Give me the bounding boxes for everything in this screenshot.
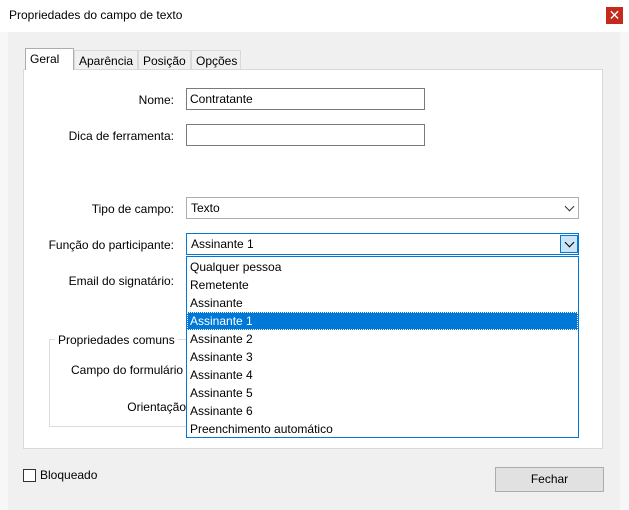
- dropdown-option-assinante-3[interactable]: Assinante 3: [187, 348, 578, 366]
- dropdown-option-qualquer-pessoa[interactable]: Qualquer pessoa: [187, 258, 578, 276]
- dropdown-option-remetente[interactable]: Remetente: [187, 276, 578, 294]
- name-label: Nome:: [138, 93, 174, 107]
- close-button[interactable]: Fechar: [495, 467, 604, 492]
- form-field-label: Campo do formulário: [71, 363, 184, 377]
- window-title: Propriedades do campo de texto: [9, 8, 183, 22]
- role-label: Função do participante:: [48, 238, 174, 252]
- field-type-select[interactable]: Texto: [186, 197, 579, 219]
- dropdown-option-preenchimento-automatico[interactable]: Preenchimento automático: [187, 420, 578, 438]
- dropdown-option-assinante-5[interactable]: Assinante 5: [187, 384, 578, 402]
- tooltip-label: Dica de ferramenta:: [68, 129, 174, 143]
- common-properties-title: Propriedades comuns: [55, 333, 178, 347]
- role-value: Assinante 1: [191, 237, 254, 251]
- close-window-button[interactable]: ✕: [606, 7, 623, 24]
- dropdown-option-assinante-4[interactable]: Assinante 4: [187, 366, 578, 384]
- name-input[interactable]: Contratante: [186, 88, 425, 110]
- chevron-down-icon[interactable]: [560, 199, 578, 217]
- field-type-label: Tipo de campo:: [91, 202, 174, 216]
- dropdown-option-assinante[interactable]: Assinante: [187, 294, 578, 312]
- tab-geral[interactable]: Geral: [25, 48, 74, 70]
- chevron-down-icon[interactable]: [560, 235, 578, 253]
- dropdown-option-assinante-6[interactable]: Assinante 6: [187, 402, 578, 420]
- role-dropdown-list: Qualquer pessoa Remetente Assinante Assi…: [186, 256, 579, 438]
- close-icon: ✕: [608, 7, 621, 23]
- tab-posicao[interactable]: Posição: [138, 50, 191, 70]
- tab-opcoes[interactable]: Opções: [191, 50, 241, 70]
- orientation-label: Orientação: [127, 400, 186, 414]
- locked-checkbox[interactable]: [23, 469, 36, 482]
- tooltip-input[interactable]: [186, 124, 425, 146]
- dropdown-option-assinante-1[interactable]: Assinante 1: [187, 312, 578, 330]
- dropdown-option-assinante-2[interactable]: Assinante 2: [187, 330, 578, 348]
- background-strip-right: [620, 32, 629, 510]
- locked-label: Bloqueado: [40, 468, 98, 482]
- tab-aparencia[interactable]: Aparência: [74, 50, 138, 70]
- field-type-value: Texto: [191, 201, 220, 215]
- role-select[interactable]: Assinante 1: [186, 233, 579, 255]
- signer-email-label: Email do signatário:: [68, 274, 174, 288]
- background-strip-left: [0, 32, 8, 510]
